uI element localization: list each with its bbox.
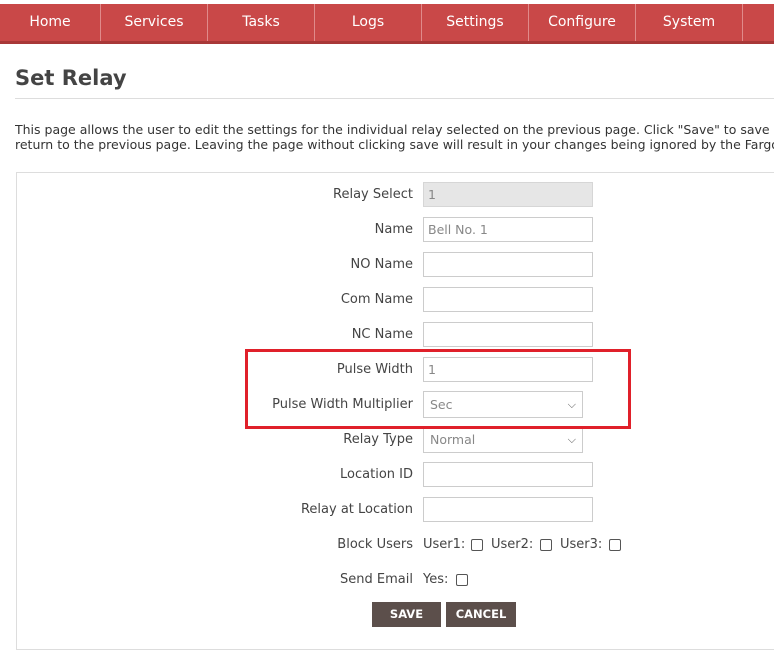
block-users-label: Block Users <box>337 537 413 552</box>
user2-label: User2: <box>491 537 534 552</box>
com-name-field[interactable] <box>423 287 593 312</box>
relay-type-select[interactable]: Normal ⌵ <box>423 426 583 453</box>
relay-type-value: Normal <box>430 432 476 447</box>
page-description: This page allows the user to edit the se… <box>15 122 774 152</box>
send-email-label: Send Email <box>340 572 413 587</box>
description-line-1: This page allows the user to edit the se… <box>15 122 774 137</box>
user3-label: User3: <box>560 537 603 552</box>
nav-system[interactable]: System <box>636 4 743 41</box>
highlight-box <box>245 349 631 429</box>
nav-logs[interactable]: Logs <box>315 4 422 41</box>
com-name-label: Com Name <box>340 292 413 307</box>
cancel-button[interactable]: CANCEL <box>446 602 516 627</box>
name-field[interactable]: Bell No. 1 <box>423 217 593 242</box>
user1-label: User1: <box>423 537 466 552</box>
send-email-yes-label: Yes: <box>423 572 449 587</box>
nc-name-field[interactable] <box>423 322 593 347</box>
location-id-field[interactable] <box>423 462 593 487</box>
title-divider <box>15 98 774 99</box>
name-label: Name <box>374 222 413 237</box>
location-id-label: Location ID <box>340 467 413 482</box>
nav-configure[interactable]: Configure <box>529 4 636 41</box>
top-nav: Home Services Tasks Logs Settings Config… <box>0 4 774 44</box>
relay-at-location-label: Relay at Location <box>300 502 413 517</box>
relay-type-label: Relay Type <box>343 432 413 447</box>
nc-name-label: NC Name <box>351 327 413 342</box>
nav-home[interactable]: Home <box>0 4 101 41</box>
nav-settings[interactable]: Settings <box>422 4 529 41</box>
relay-select-field: 1 <box>423 182 593 207</box>
relay-at-location-field[interactable] <box>423 497 593 522</box>
nav-tasks[interactable]: Tasks <box>208 4 315 41</box>
no-name-field[interactable] <box>423 252 593 277</box>
user2-checkbox[interactable] <box>540 539 552 551</box>
nav-services[interactable]: Services <box>101 4 208 41</box>
description-line-2: return to the previous page. Leaving the… <box>15 137 774 152</box>
send-email-checkbox[interactable] <box>456 574 468 586</box>
user3-checkbox[interactable] <box>609 539 621 551</box>
chevron-down-icon: ⌵ <box>567 433 576 446</box>
save-button[interactable]: SAVE <box>372 602 441 627</box>
relay-select-label: Relay Select <box>333 187 413 202</box>
no-name-label: NO Name <box>350 257 413 272</box>
page-title: Set Relay <box>15 66 127 90</box>
user1-checkbox[interactable] <box>471 539 483 551</box>
